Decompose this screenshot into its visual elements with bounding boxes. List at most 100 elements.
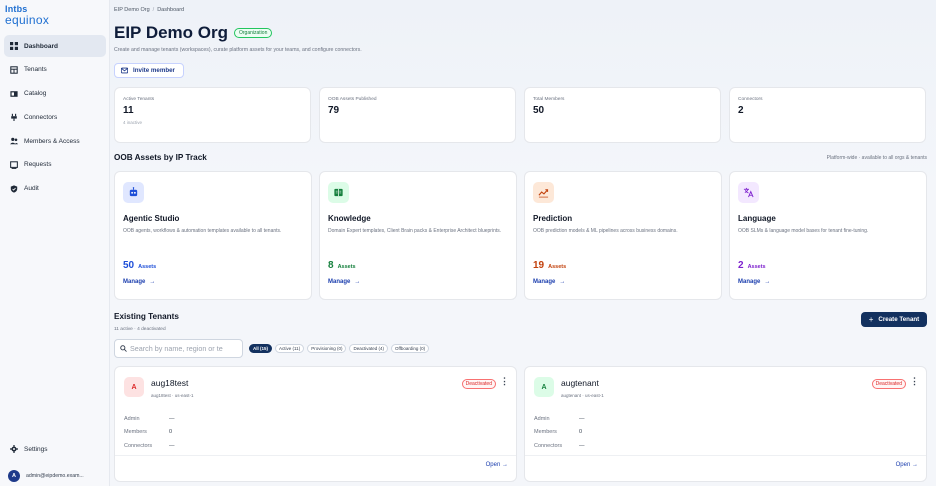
track-description: OOB agents, workflows & automation templ…: [123, 228, 282, 234]
detail-value: 0: [169, 429, 173, 436]
tenants-summary: 11 active · 4 deactivated: [114, 327, 166, 332]
manage-label: Manage: [533, 279, 556, 285]
track-card-prediction: Prediction OOB prediction models & ML pi…: [524, 171, 722, 300]
breadcrumb-current: Dashboard: [157, 7, 185, 13]
filter-chip-provisioning[interactable]: Provisioning (0): [307, 344, 347, 353]
main-content: EIP Demo Org / Dashboard EIP Demo Org Orga…: [110, 0, 936, 486]
gear-icon: [10, 445, 18, 453]
create-tenant-label: Create Tenant: [878, 316, 920, 323]
avatar: A: [8, 470, 20, 482]
track-count-unit: Assets: [138, 264, 157, 270]
track-name: Prediction: [533, 214, 573, 223]
stat-value: 2: [738, 105, 744, 116]
track-description: OOB prediction models & ML pipelines acr…: [533, 228, 678, 234]
invite-member-button[interactable]: Invite member: [114, 63, 184, 78]
filter-chip-offboarding[interactable]: Offboarding (0): [390, 344, 430, 353]
sidebar-item-requests[interactable]: Requests: [4, 154, 106, 176]
track-count: 19 Assets: [533, 260, 566, 271]
track-count: 8 Assets: [328, 260, 356, 271]
detail-key: Admin: [534, 415, 550, 422]
sidebar-item-label: Connectors: [24, 113, 58, 121]
section-note: Platform-wide · available to all orgs & …: [826, 155, 927, 161]
manage-link-prediction[interactable]: Manage →: [533, 279, 565, 285]
manage-link-language[interactable]: Manage →: [738, 279, 770, 285]
sidebar-item-label: Dashboard: [24, 42, 58, 50]
status-filters: All (15) Active (11) Provisioning (0) De…: [249, 344, 432, 353]
sidebar-item-connectors[interactable]: Connectors: [4, 106, 106, 128]
users-icon: [10, 137, 18, 145]
sidebar-item-tenants[interactable]: Tenants: [4, 59, 106, 81]
breadcrumb-org[interactable]: EIP Demo Org: [114, 7, 150, 13]
stat-label: Total Members: [533, 97, 565, 102]
manage-link-agentic-studio[interactable]: Manage →: [123, 279, 155, 285]
stat-value: 11: [123, 105, 134, 116]
detail-key: Admin: [124, 415, 140, 422]
page-subtitle: Create and manage tenants (workspaces), …: [114, 47, 362, 53]
sidebar-bottom: Settings: [4, 438, 106, 462]
trend-icon: [533, 182, 554, 203]
detail-row-connectors: Connectors —: [534, 439, 585, 453]
sidebar-item-label: Tenants: [24, 66, 47, 74]
tenant-name[interactable]: augtenant: [561, 378, 599, 388]
tenant-avatar: A: [534, 377, 554, 397]
brand-logo[interactable]: Intbs equinox: [5, 4, 50, 27]
open-tenant-link[interactable]: Open →: [896, 462, 918, 468]
detail-value: —: [579, 442, 585, 449]
sidebar: Intbs equinox Dashboard Tenants Catalog …: [0, 0, 110, 486]
tenant-card-aug18test: A aug18test aug18test · us-east-1 Deacti…: [114, 366, 517, 482]
robot-icon: [123, 182, 144, 203]
invite-member-label: Invite member: [133, 67, 175, 74]
track-name: Language: [738, 214, 776, 223]
card-divider: [115, 455, 516, 456]
sidebar-item-settings[interactable]: Settings: [4, 438, 106, 460]
filter-chip-deactivated[interactable]: Deactivated (4): [349, 344, 388, 353]
detail-value: —: [579, 415, 585, 422]
user-email: admin@eipdemo.exam...: [26, 473, 84, 479]
sidebar-item-audit[interactable]: Audit: [4, 178, 106, 200]
status-badge: Deactivated: [871, 379, 906, 389]
open-tenant-link[interactable]: Open →: [486, 462, 508, 468]
organization-badge: Organization: [234, 28, 273, 38]
more-options-icon[interactable]: ⋮: [500, 377, 509, 386]
track-count-value: 50: [123, 260, 135, 271]
sidebar-item-label: Requests: [24, 161, 52, 169]
detail-key: Connectors: [534, 442, 563, 449]
sidebar-item-label: Audit: [24, 185, 39, 193]
track-count: 2 Assets: [738, 260, 766, 271]
sidebar-item-members-access[interactable]: Members & Access: [4, 130, 106, 152]
stat-card-oob-assets: OOB Assets Published 79: [319, 87, 516, 143]
building-icon: [10, 66, 18, 74]
stat-card-total-members: Total Members 50: [524, 87, 721, 143]
tenant-details: Admin — Members 0 Connectors —: [534, 412, 585, 453]
search-input[interactable]: [130, 344, 240, 353]
mail-icon: [121, 67, 128, 74]
sidebar-item-catalog[interactable]: Catalog: [4, 83, 106, 105]
track-card-language: Language OOB SLMs & language model bases…: [729, 171, 927, 300]
breadcrumb-separator: /: [152, 7, 155, 13]
plug-icon: [10, 113, 18, 122]
filter-chip-all[interactable]: All (15): [249, 344, 273, 353]
track-description: OOB SLMs & language model bases for tena…: [738, 228, 869, 234]
stat-card-active-tenants: Active Tenants 11 4 inactive: [114, 87, 311, 143]
tenant-name[interactable]: aug18test: [151, 378, 188, 388]
create-tenant-button[interactable]: + Create Tenant: [861, 312, 927, 327]
track-count-value: 2: [738, 260, 744, 271]
detail-row-admin: Admin —: [124, 412, 175, 426]
manage-link-knowledge[interactable]: Manage →: [328, 279, 360, 285]
stat-card-connectors: Connectors 2: [729, 87, 926, 143]
user-menu[interactable]: A admin@eipdemo.exam...: [8, 470, 84, 482]
more-options-icon[interactable]: ⋮: [910, 377, 919, 386]
sidebar-item-dashboard[interactable]: Dashboard: [4, 35, 106, 57]
page-title: EIP Demo Org: [114, 23, 228, 42]
card-divider: [525, 455, 926, 456]
detail-value: 0: [579, 429, 583, 436]
brand-line2: equinox: [5, 13, 50, 27]
tenant-meta: augtenant · us-east-1: [561, 393, 604, 398]
book-icon: [10, 90, 18, 98]
track-count-value: 8: [328, 260, 334, 271]
status-badge: Deactivated: [461, 379, 496, 389]
track-count-value: 19: [533, 260, 545, 271]
shield-icon: [10, 185, 18, 193]
filter-chip-active[interactable]: Active (11): [275, 344, 305, 353]
track-description: Domain Expert templates, Client Brain pa…: [328, 228, 502, 234]
